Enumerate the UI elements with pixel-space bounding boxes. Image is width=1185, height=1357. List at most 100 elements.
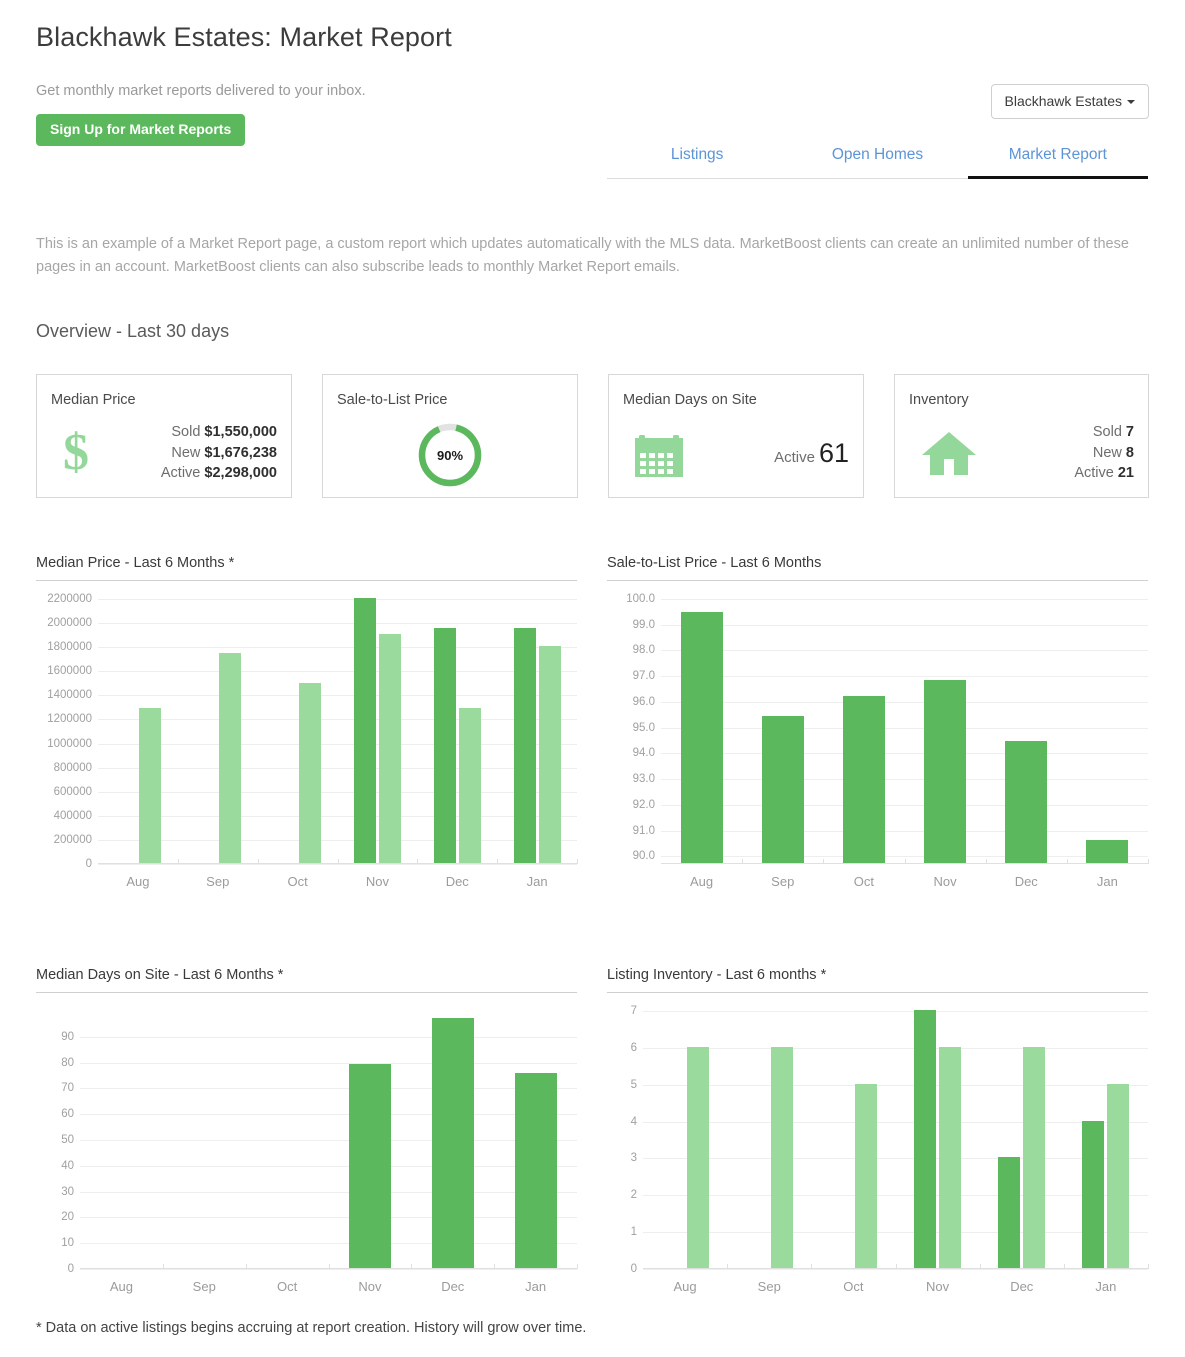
y-axis-tick-label: 3 (630, 1152, 637, 1165)
y-axis-tick-label: 5 (630, 1078, 637, 1091)
bar (770, 1046, 793, 1268)
card-figures: Sold 7 New 8 Active 21 (1074, 422, 1134, 484)
calendar-icon (635, 434, 683, 477)
figure-row: New 8 (1074, 443, 1134, 464)
bar (431, 1017, 474, 1268)
y-axis-tick-label: 1600000 (47, 665, 92, 678)
nav-tabs: Listings Open Homes Market Report (607, 142, 1149, 179)
card-median-days-on-site: Median Days on Site Active 61 (608, 374, 864, 498)
bar (680, 612, 723, 863)
x-axis-tick (245, 1264, 247, 1269)
y-axis-tick-label: 7 (630, 1005, 637, 1017)
bar (513, 628, 536, 863)
figure-value: $1,550,000 (204, 424, 277, 441)
overview-heading: Overview - Last 30 days (36, 321, 230, 341)
card-figures: Active 61 (774, 434, 849, 472)
y-axis-tick-label: 98.0 (632, 644, 655, 657)
x-axis-tick (811, 1264, 813, 1269)
bar (761, 716, 804, 863)
y-axis-tick-label: 600000 (53, 785, 92, 798)
chart-grid (661, 599, 1149, 864)
x-axis-tick (417, 859, 419, 864)
bar (924, 680, 967, 863)
chart-title: Sale-to-List Price - Last 6 Months (607, 555, 1148, 581)
y-axis-tick-label: 6 (630, 1041, 637, 1054)
figure-value: $1,676,238 (204, 444, 277, 461)
gridline (661, 804, 1148, 806)
x-axis-tick-label: Oct (853, 874, 875, 889)
donut-wrap: 90% (323, 421, 577, 489)
x-axis-tick (1148, 1264, 1149, 1269)
x-axis-tick-label: Aug (690, 874, 714, 889)
chart-median-price: Median Price - Last 6 Months * 0 200000 40… (36, 555, 578, 894)
tab-listings[interactable]: Listings (607, 142, 787, 178)
gridline (80, 1114, 577, 1116)
x-axis-tick (1066, 859, 1068, 864)
figure-label: Sold (1092, 424, 1122, 441)
figure-label: Active (160, 465, 201, 482)
tab-open-homes[interactable]: Open Homes (787, 142, 967, 178)
figure-value: 7 (1125, 424, 1134, 441)
bar (1023, 1046, 1046, 1268)
page-subtitle: Get monthly market reports delivered to … (36, 83, 366, 99)
bar (299, 682, 322, 863)
y-axis-tick-label: 800000 (53, 761, 92, 774)
chart-sale-to-list-price: Sale-to-List Price - Last 6 Months 90.0 9… (607, 555, 1149, 894)
y-axis-tick-label: 400000 (53, 809, 92, 822)
x-axis-tick (411, 1264, 413, 1269)
x-axis-tick (904, 859, 906, 864)
tab-market-report[interactable]: Market Report (967, 142, 1149, 179)
figure-row: Sold $1,550,000 (161, 422, 277, 443)
x-axis-tick-label: Nov (358, 1279, 382, 1294)
gridline (661, 856, 1148, 858)
x-axis-tick (177, 859, 179, 864)
sale-to-list-gauge: 90% (416, 421, 484, 489)
y-axis-tick-label: 1000000 (47, 737, 92, 750)
y-axis-tick-label: 1800000 (47, 641, 92, 654)
house-icon (922, 432, 976, 475)
market-report-page: Blackhawk Estates: Market Report Get mon… (0, 0, 1185, 1357)
x-axis-tick-label: Nov (926, 1279, 950, 1294)
gridline (661, 727, 1148, 729)
x-axis-tick-label: Jan (525, 1279, 547, 1294)
figure-row: Active $2,298,000 (161, 463, 277, 484)
y-axis-tick-label: 60 (61, 1108, 74, 1121)
chart-grid (643, 1010, 1149, 1270)
y-axis-labels: 0 10 20 30 40 50 60 70 80 90 (36, 1011, 80, 1275)
y-axis-tick-label: 90.0 (632, 850, 655, 863)
figure-value: 21 (1117, 465, 1134, 482)
gridline (98, 599, 577, 600)
x-axis-tick-label: Aug (126, 874, 150, 889)
gridline (661, 753, 1148, 755)
gridline (98, 671, 577, 673)
x-axis-tick-label: Aug (673, 1279, 697, 1294)
x-axis-tick-label: Sep (206, 874, 230, 889)
x-axis-tick (979, 1264, 981, 1269)
figure-value: 8 (1125, 444, 1134, 461)
gridline (98, 767, 577, 769)
chevron-down-icon (1127, 100, 1135, 104)
x-axis-tick-label: Dec (1014, 874, 1038, 889)
y-axis-tick-label: 100.0 (626, 593, 655, 605)
gridline (661, 650, 1148, 652)
bar (433, 628, 456, 863)
y-axis-tick-label: 2000000 (47, 617, 92, 630)
chart-plot-area: 0 10 20 30 40 50 60 70 80 90 Aug Sep Oct Nov Dec Jan (36, 1011, 578, 1299)
gridline (643, 1047, 1148, 1049)
chart-listing-inventory: Listing Inventory - Last 6 months * 0 1 2 3… (607, 967, 1149, 1299)
sign-up-for-market-reports-button[interactable]: Sign Up for Market Reports (36, 114, 246, 147)
y-axis-tick-label: 30 (61, 1185, 74, 1198)
x-axis-tick (577, 1264, 578, 1269)
estates-dropdown[interactable]: Blackhawk Estates (990, 84, 1149, 119)
y-axis-tick-label: 1 (630, 1226, 637, 1239)
gridline (80, 1269, 577, 1270)
gridline (661, 599, 1148, 600)
y-axis-tick-label: 90 (61, 1030, 74, 1043)
chart-median-days-on-site: Median Days on Site - Last 6 Months * 0 1… (36, 967, 578, 1299)
y-axis-tick-label: 1400000 (47, 689, 92, 702)
figure-row: Active 61 (774, 434, 849, 472)
chart-plot-area: 0 1 2 3 4 5 6 7 Aug Sep Oct Nov Dec Jan (607, 1005, 1149, 1299)
gridline (661, 779, 1148, 781)
x-axis-tick (337, 859, 339, 864)
card-body: $ Sold $1,550,000 New $1,676,238 Active … (37, 417, 291, 489)
